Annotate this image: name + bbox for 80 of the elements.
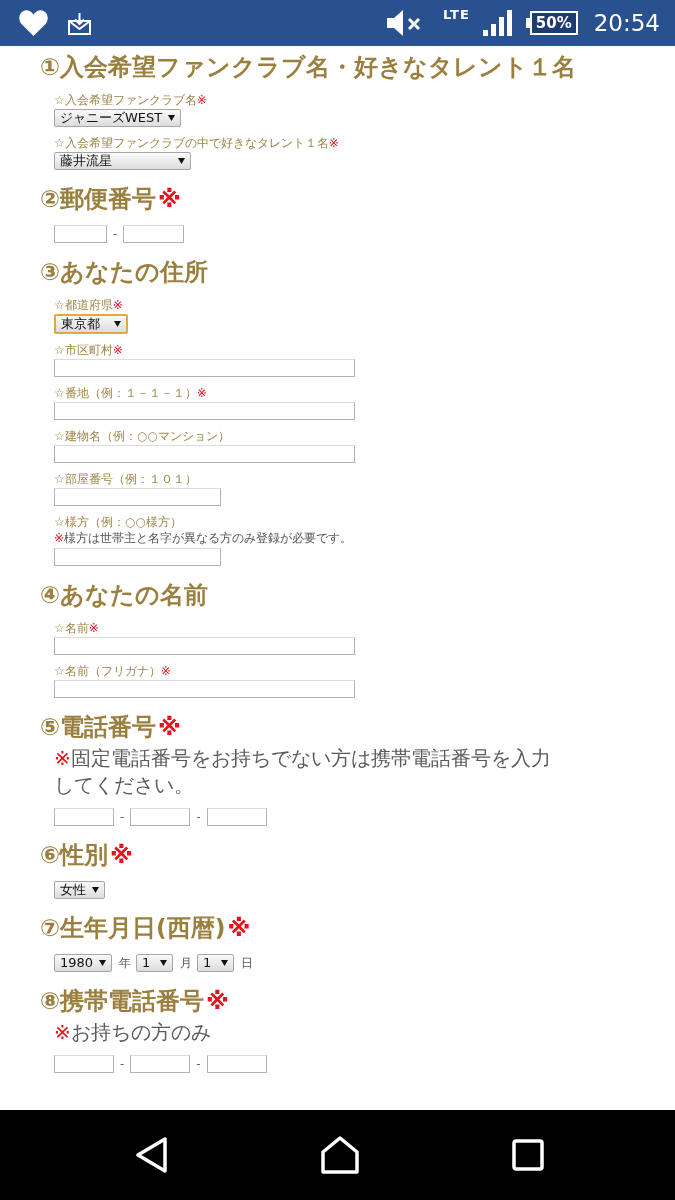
section-heading: ①入会希望ファンクラブ名・好きなタレント１名: [40, 52, 576, 82]
back-icon[interactable]: [135, 1137, 168, 1173]
select-field[interactable]: 1: [136, 954, 174, 972]
clock-time: 20:54: [593, 10, 660, 36]
separator-text: -: [120, 1057, 125, 1071]
input-field[interactable]: [54, 359, 355, 377]
required-mark: ※: [109, 840, 133, 870]
section-heading: ⑧携帯電話番号: [40, 986, 204, 1016]
required-mark: ※: [328, 136, 339, 151]
envelope-icon: [68, 11, 91, 35]
caret-icon: [178, 158, 185, 164]
input-field[interactable]: [206, 808, 267, 826]
unit-text: 日: [241, 954, 254, 972]
field-label: ☆様方（例：○○様方）: [54, 515, 182, 530]
input-field[interactable]: [54, 488, 221, 506]
required-mark: ※: [157, 184, 181, 214]
recents-icon[interactable]: [511, 1139, 544, 1171]
required-mark: ※: [227, 913, 251, 943]
caret-icon: [114, 321, 121, 327]
section-heading: ⑦生年月日(西暦): [40, 913, 226, 943]
field-label: ☆部屋番号（例：１０１）: [54, 472, 197, 487]
separator-text: -: [120, 810, 125, 824]
required-mark: ※: [205, 986, 229, 1016]
caret-icon: [221, 960, 229, 966]
section-heading: ⑥性別: [40, 840, 108, 870]
caret-icon: [92, 887, 99, 893]
caret-icon: [99, 960, 107, 966]
required-mark: ※: [157, 712, 181, 742]
select-field[interactable]: 藤井流星: [54, 152, 191, 170]
field-label: ☆入会希望ファンクラブの中で好きなタレント１名: [54, 136, 329, 151]
battery-indicator: 50%: [525, 11, 578, 35]
select-field[interactable]: 1: [197, 954, 235, 972]
caret-icon: [168, 115, 176, 121]
unit-text: 月: [180, 954, 193, 972]
network-type-text: LTE: [442, 8, 470, 22]
input-field[interactable]: [54, 548, 221, 566]
select-field[interactable]: 東京都: [54, 314, 128, 334]
input-field[interactable]: [123, 225, 185, 243]
select-field[interactable]: ジャニーズWEST: [54, 109, 182, 127]
required-mark: ※: [196, 386, 207, 401]
input-field[interactable]: [54, 402, 355, 420]
muted-speaker-icon: [386, 10, 421, 36]
note-text: ※様方は世帯主と名字が異なる方のみ登録が必要です。: [54, 531, 353, 546]
section-heading: ④あなたの名前: [40, 580, 208, 610]
separator-text: -: [196, 810, 201, 824]
caret-icon: [160, 960, 168, 966]
input-field[interactable]: [54, 637, 355, 655]
separator-text: -: [196, 1057, 201, 1071]
required-mark: ※: [88, 621, 99, 636]
input-field[interactable]: [130, 1055, 191, 1073]
unit-text: 年: [119, 954, 132, 972]
input-field[interactable]: [54, 680, 355, 698]
required-mark: ※: [112, 298, 123, 313]
heart-icon: [19, 10, 48, 36]
select-field[interactable]: 女性: [54, 881, 105, 899]
input-field[interactable]: [54, 1055, 114, 1073]
section-heading: ②郵便番号: [40, 184, 156, 214]
input-field[interactable]: [130, 808, 191, 826]
required-mark: ※: [112, 343, 123, 358]
input-field[interactable]: [54, 445, 355, 463]
input-field[interactable]: [206, 1055, 267, 1073]
required-mark: ※: [196, 93, 207, 108]
note-text: ※お持ちの方のみ: [54, 1019, 212, 1046]
field-label: ☆都道府県: [54, 298, 113, 313]
field-label: ☆建物名（例：○○マンション）: [54, 429, 230, 444]
separator-text: -: [113, 227, 118, 241]
field-label: ☆市区町村: [54, 343, 113, 358]
select-field[interactable]: 1980: [54, 954, 113, 972]
field-label: ☆名前: [54, 621, 89, 636]
field-label: ☆入会希望ファンクラブ名: [54, 93, 197, 108]
input-field[interactable]: [54, 808, 114, 826]
section-heading: ③あなたの住所: [40, 257, 208, 287]
field-label: ☆番地（例：１－１－１）: [54, 386, 197, 401]
section-heading: ⑤電話番号: [40, 712, 156, 742]
field-label: ☆名前（フリガナ）: [54, 664, 161, 679]
home-icon[interactable]: [320, 1136, 359, 1174]
note-text: ※固定電話番号をお持ちでない方は携帯電話番号を入力してください。: [54, 745, 552, 799]
input-field[interactable]: [54, 225, 107, 243]
required-mark: ※: [160, 664, 171, 679]
signal-icon: [482, 10, 512, 36]
